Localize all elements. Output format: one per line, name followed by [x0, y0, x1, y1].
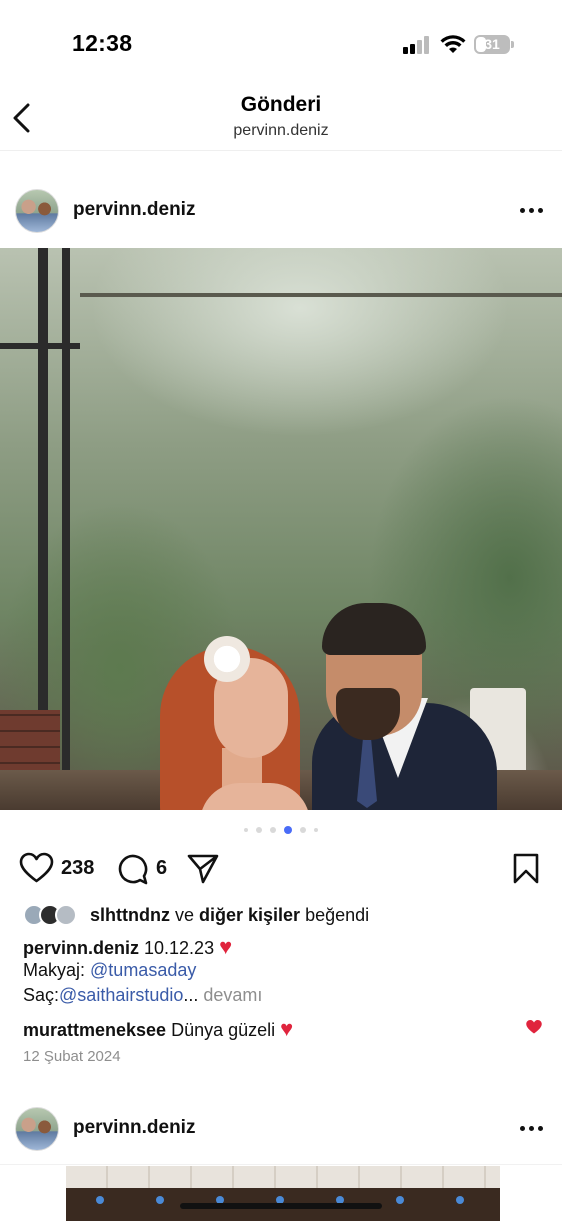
home-indicator[interactable]	[180, 1203, 382, 1209]
page-title: Gönderi	[240, 93, 322, 116]
carousel-indicator	[0, 826, 562, 834]
liked-by-connector: ve	[169, 905, 199, 925]
caption-ellipsis: ...	[183, 985, 199, 1005]
comments-count[interactable]: 6	[156, 857, 167, 880]
next-post-username[interactable]: pervinn.deniz	[73, 1117, 195, 1139]
caption-makeup-label: Makyaj:	[23, 960, 91, 980]
battery-nub	[511, 41, 514, 48]
more-options-icon[interactable]	[520, 1126, 546, 1132]
caption-hair-label: Saç:	[23, 985, 60, 1005]
caption-text: 10.12.23	[139, 938, 220, 958]
carousel-dot	[244, 828, 248, 832]
header-divider	[0, 150, 562, 151]
comment-text: Dünya güzeli	[166, 1020, 281, 1040]
caption-line-1: pervinn.deniz 10.12.23 ♥	[23, 934, 232, 960]
avatar[interactable]	[15, 1107, 59, 1151]
caption-more-link[interactable]: devamı	[198, 985, 262, 1005]
red-heart-emoji: ♥	[219, 934, 233, 959]
likes-count[interactable]: 238	[61, 857, 94, 880]
comment-like-heart-icon[interactable]	[525, 1019, 543, 1035]
carousel-dot	[300, 827, 306, 833]
liked-by-suffix: beğendi	[300, 905, 370, 925]
comment-icon[interactable]	[116, 852, 149, 885]
caption-makeup-mention[interactable]: @tumasaday	[90, 960, 196, 980]
status-time: 12:38	[72, 30, 133, 56]
avatar[interactable]	[15, 189, 59, 233]
red-heart-emoji: ♥	[280, 1016, 294, 1041]
carousel-dot	[314, 828, 318, 832]
comment-user[interactable]: murattmeneksee	[23, 1020, 166, 1040]
page-subtitle[interactable]: pervinn.deniz	[0, 122, 562, 140]
divider	[0, 1164, 562, 1165]
next-post-photo[interactable]	[66, 1166, 500, 1221]
battery-level: 31	[484, 36, 500, 52]
avatar	[55, 904, 77, 926]
carousel-dot	[270, 827, 276, 833]
caption-author[interactable]: pervinn.deniz	[23, 938, 139, 958]
more-options-icon[interactable]	[520, 208, 546, 214]
cellular-signal-icon	[403, 36, 431, 54]
wifi-icon	[440, 35, 466, 53]
battery-icon: 31	[474, 35, 510, 54]
post-username[interactable]: pervinn.deniz	[73, 199, 195, 221]
comment-row: murattmeneksee Dünya güzeli ♥	[23, 1016, 293, 1042]
carousel-dot-active	[284, 826, 292, 834]
share-icon[interactable]	[186, 852, 220, 885]
caption-hair-mention[interactable]: @saithairstudio	[59, 985, 183, 1005]
caption-line-3: Saç:@saithairstudio... devamı	[23, 985, 262, 1006]
post-date: 12 Şubat 2024	[23, 1048, 121, 1065]
liked-by-others[interactable]: diğer kişiler	[199, 905, 300, 925]
heart-icon[interactable]	[19, 852, 54, 884]
bookmark-icon[interactable]	[513, 853, 539, 884]
caption-line-2: Makyaj: @tumasaday	[23, 960, 196, 981]
liked-by-text[interactable]: slhttndnz ve diğer kişiler beğendi	[90, 905, 369, 926]
liked-by-user[interactable]: slhttndnz	[90, 905, 170, 925]
carousel-dot	[256, 827, 262, 833]
post-photo[interactable]	[0, 248, 562, 810]
